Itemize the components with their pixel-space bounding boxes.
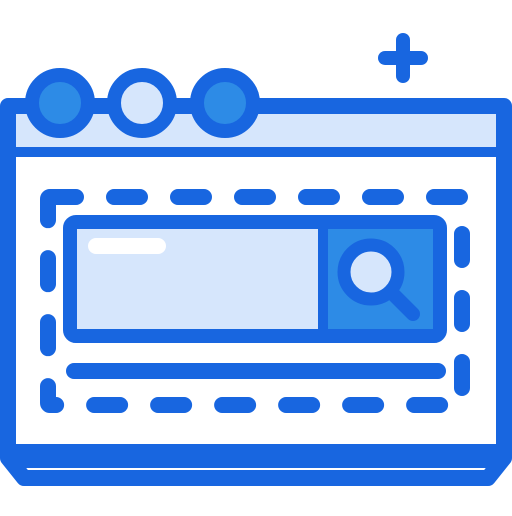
results-bar [66,363,446,379]
close-dot[interactable] [25,68,95,138]
search-input-highlight [88,238,166,254]
window-bottom-band [16,444,496,468]
browser-window-illustration [0,0,512,512]
maximize-dot[interactable] [190,68,260,138]
search-bar[interactable] [63,215,447,343]
window-controls [25,68,260,138]
browser-search-svg [0,33,512,486]
minimize-dot[interactable] [107,68,177,138]
plus-icon [378,33,428,83]
